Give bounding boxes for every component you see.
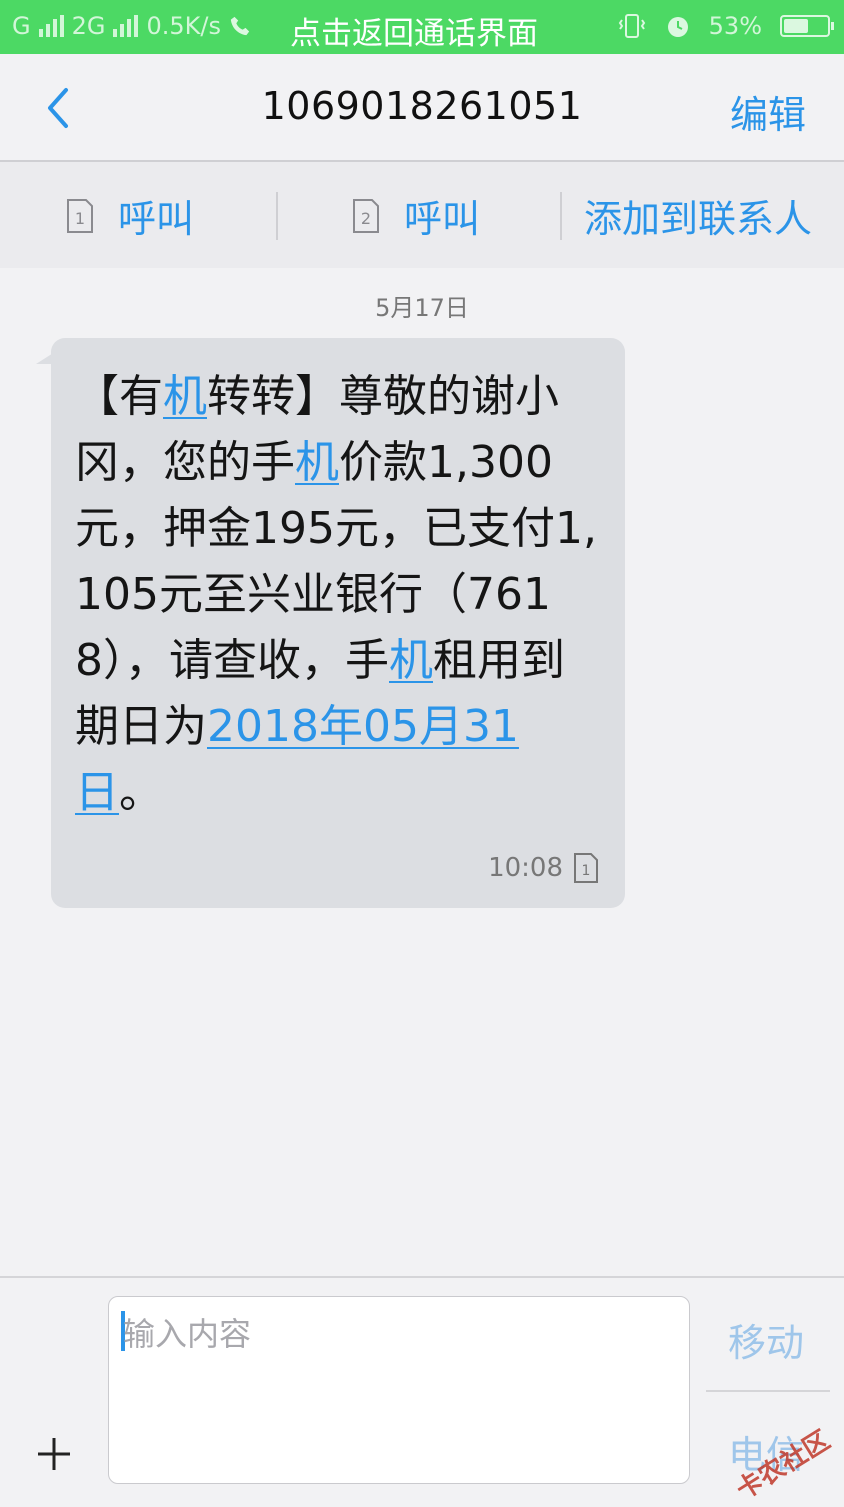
svg-text:1: 1 — [582, 863, 591, 879]
message-segment: 。 — [119, 767, 163, 818]
plus-icon[interactable] — [36, 1436, 72, 1472]
message-segment: 【有 — [75, 371, 163, 422]
call-sim1-label: 呼叫 — [118, 197, 195, 241]
sim1-label: G — [12, 12, 31, 40]
signal-icon — [38, 15, 64, 37]
input-placeholder: 输入内容 — [123, 1315, 252, 1353]
sim2-label: 2G — [71, 12, 106, 40]
message-input[interactable]: 输入内容 — [108, 1296, 690, 1484]
keyword-link[interactable]: 机 — [163, 371, 207, 422]
alarm-icon — [667, 17, 688, 37]
phone-icon — [230, 16, 250, 36]
compose-bar: 输入内容 移动 电信 卡农社区 — [0, 1276, 844, 1506]
network-speed: 0.5K/s — [146, 12, 221, 40]
send-mobile-button[interactable]: 移动 — [728, 1312, 804, 1367]
message-bubble[interactable]: 【有机转转】尊敬的谢小冈，您的手机价款1,300元，押金195元，已支付1,10… — [51, 338, 625, 908]
call-banner[interactable]: 点击返回通话界面 — [290, 8, 538, 53]
conversation-header: 1069018261051 编辑 — [0, 54, 844, 162]
battery-icon — [780, 15, 834, 37]
signal-icon — [113, 15, 139, 37]
keyword-link[interactable]: 机 — [389, 635, 433, 686]
status-bar: G 2G 0.5K/s 点击返回通话界面 53% — [0, 0, 844, 54]
vibrate-icon — [618, 14, 645, 38]
svg-text:2: 2 — [361, 209, 371, 228]
page-title: 1069018261051 — [261, 84, 583, 128]
call-sim2-label: 呼叫 — [404, 197, 481, 241]
call-sim1-button[interactable]: 1 呼叫 — [66, 188, 194, 243]
divider — [276, 192, 278, 240]
add-contact-button[interactable]: 添加到联系人 — [584, 188, 812, 243]
date-separator: 5月17日 — [375, 294, 469, 322]
divider — [706, 1390, 830, 1392]
edit-button[interactable]: 编辑 — [730, 84, 806, 139]
message-time: 10:08 — [488, 853, 563, 883]
sim1-icon: 1 — [67, 198, 93, 233]
sim1-icon: 1 — [574, 853, 598, 883]
call-sim2-button[interactable]: 2 呼叫 — [352, 188, 480, 243]
message-text: 【有机转转】尊敬的谢小冈，您的手机价款1,300元，押金195元，已支付1,10… — [75, 364, 605, 826]
keyword-link[interactable]: 机 — [295, 437, 339, 488]
status-left: G 2G 0.5K/s — [12, 12, 251, 40]
divider — [560, 192, 562, 240]
message-meta: 10:08 1 — [488, 852, 599, 884]
svg-text:1: 1 — [75, 209, 85, 228]
action-bar: 1 呼叫 2 呼叫 添加到联系人 — [0, 162, 844, 268]
status-right: 53% — [617, 12, 834, 40]
sim2-icon: 2 — [353, 198, 379, 233]
battery-percent: 53% — [708, 12, 762, 40]
